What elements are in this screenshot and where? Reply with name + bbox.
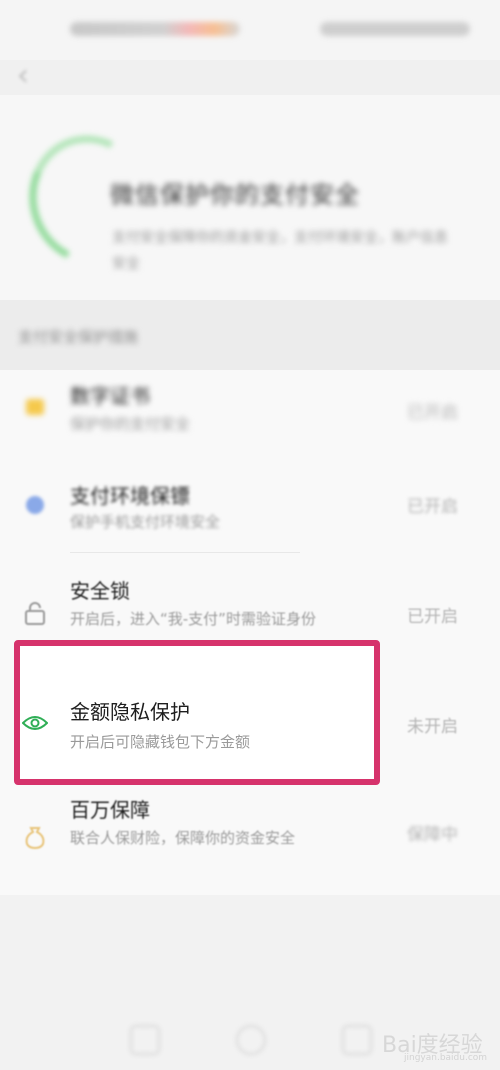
item-title: 百万保障 — [70, 798, 150, 822]
security-hero: 微信保护你的支付安全 支付安全保障你的资金安全，支付环境安全，账户信息安全 — [0, 95, 500, 300]
eye-icon — [20, 708, 50, 738]
status-bar — [0, 0, 500, 60]
nav-home-icon[interactable] — [130, 1025, 160, 1055]
item-subtitle: 开启后，进入“我-支付”时需验证身份 — [70, 610, 316, 628]
item-status: 已开启 — [407, 607, 458, 627]
item-subtitle: 保护手机支付环境安全 — [70, 513, 221, 531]
list-item-million-guarantee[interactable]: 百万保障 联合人保财险，保障你的资金安全 保障中 — [0, 792, 500, 892]
item-subtitle: 联合人保财险，保障你的资金安全 — [70, 829, 296, 847]
item-subtitle: 开启后可隐藏钱包下方金额 — [70, 733, 251, 751]
back-button[interactable]: ‹ — [8, 58, 38, 94]
item-status: 未开启 — [407, 717, 458, 737]
list-item-environment-guard[interactable]: 支付环境保镖 保护手机支付环境安全 已开启 — [0, 480, 500, 575]
money-bag-icon — [20, 822, 50, 852]
item-title: 数字证书 — [70, 384, 150, 408]
status-bar-left-blur — [70, 22, 240, 36]
nav-menu-icon[interactable] — [342, 1025, 372, 1055]
item-title: 支付环境保镖 — [70, 484, 190, 508]
environment-shield-icon — [20, 490, 50, 520]
section-header: 支付安全保护措施 — [0, 300, 500, 370]
item-subtitle: 保护你的支付安全 — [70, 415, 191, 433]
item-title: 安全锁 — [70, 579, 130, 603]
divider — [70, 552, 300, 553]
status-bar-right-blur — [320, 22, 470, 36]
item-title: 金额隐私保护 — [70, 700, 190, 724]
section-title: 支付安全保护措施 — [18, 328, 139, 346]
nav-center-icon[interactable] — [236, 1025, 266, 1055]
watermark-sub: jingyan.baidu.com — [404, 1053, 488, 1063]
list-item-amount-privacy[interactable]: 金额隐私保护 开启后可隐藏钱包下方金额 未开启 — [0, 678, 500, 768]
watermark-logo: Bai度经验 jingyan.baidu.com — [382, 1015, 497, 1065]
hero-subtitle: 支付安全保障你的资金安全，支付环境安全，账户信息安全 — [112, 230, 448, 272]
item-status: 保障中 — [407, 825, 458, 845]
hero-title: 微信保护你的支付安全 — [110, 181, 360, 209]
list-item-certificate[interactable]: 数字证书 保护你的支付安全 已开启 — [0, 370, 500, 480]
lock-icon — [20, 598, 50, 628]
certificate-icon — [20, 392, 50, 422]
item-status: 已开启 — [407, 403, 458, 423]
item-status: 已开启 — [407, 497, 458, 517]
